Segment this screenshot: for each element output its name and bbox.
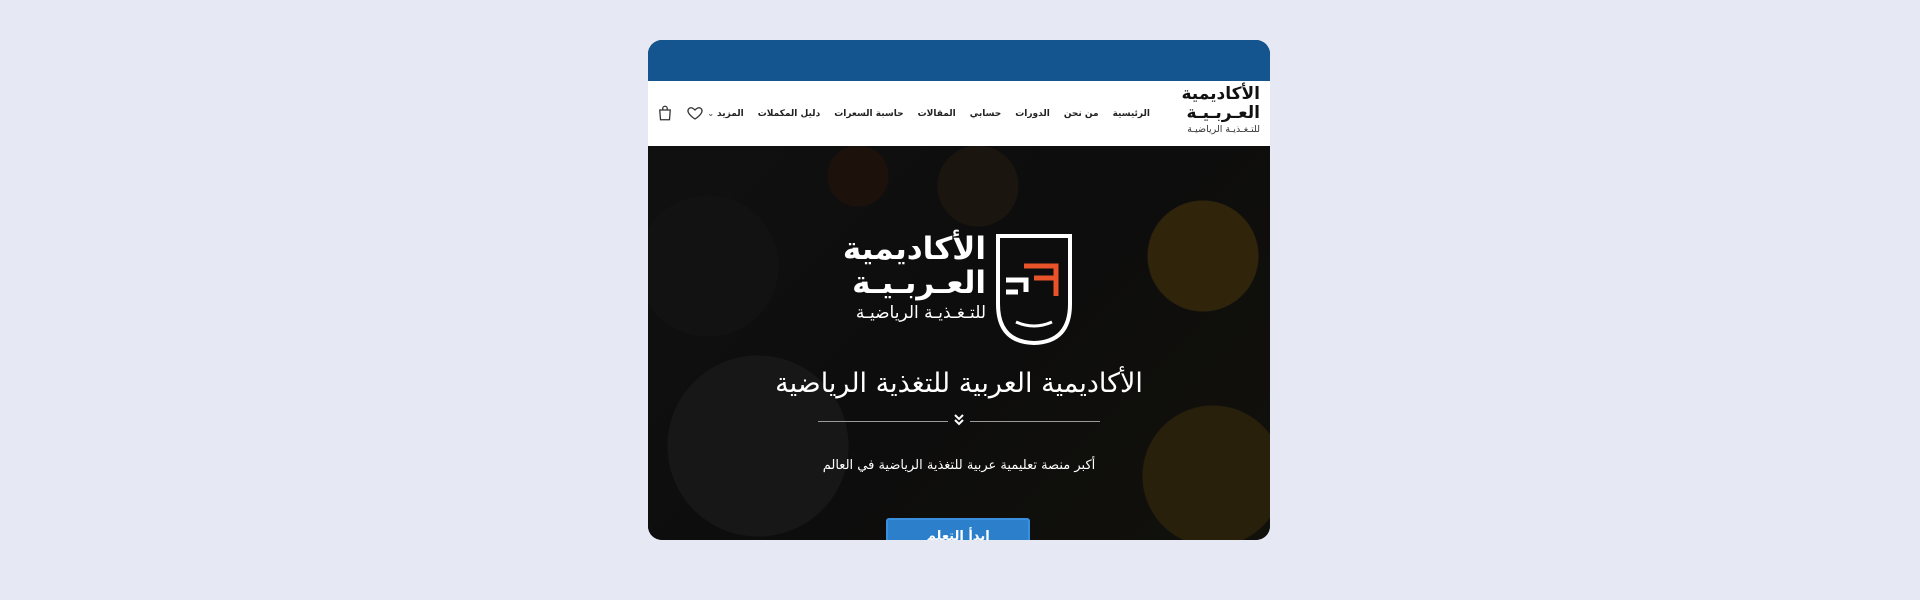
nav-item-about[interactable]: من نحن: [1057, 109, 1106, 119]
nav-item-courses[interactable]: الدورات: [1008, 109, 1057, 119]
divider-left: [818, 421, 948, 422]
nav-item-more-label: المزيد: [717, 108, 744, 119]
brand-line-2: العـربـيـة: [1186, 103, 1260, 123]
nav-item-calorie-calculator[interactable]: حاسبة السعرات: [827, 109, 910, 119]
divider-right: [970, 421, 1100, 422]
nav-item-account[interactable]: حسابي: [963, 109, 1009, 119]
nav-item-supplements-guide[interactable]: دليل المكملات: [751, 109, 827, 119]
double-chevron-down-icon: [954, 414, 964, 426]
nav-item-articles[interactable]: المقالات: [911, 109, 963, 119]
hero-logo-line-3: للتـغـذيـة الرياضيـة: [855, 303, 986, 323]
start-learning-button[interactable]: ابدأ التعلم: [886, 518, 1030, 540]
main-menu: الرئيسية من نحن الدورات حسابي المقالات ح…: [700, 81, 1157, 146]
hero-logo: الأكاديمية العـربـيـة للتـغـذيـة الرياضي…: [843, 232, 1074, 347]
academy-shield-icon: [996, 234, 1072, 346]
brand-line-1: الأكاديمية: [1181, 84, 1260, 104]
cart-icon[interactable]: [656, 104, 674, 122]
hero-subtitle: أكبر منصة تعليمية عربية للتغذية الرياضية…: [822, 458, 1096, 473]
hero-logo-text: الأكاديمية العـربـيـة للتـغـذيـة الرياضي…: [843, 232, 986, 326]
chevron-down-icon: ⌄: [707, 108, 715, 118]
heart-icon[interactable]: [686, 104, 704, 122]
brand-logo[interactable]: الأكاديمية العـربـيـة للتـغـذيـة الرياضي…: [1180, 85, 1260, 143]
brand-line-3: للتـغـذيـة الرياضيـة: [1187, 124, 1260, 135]
browser-window: الأكاديمية العـربـيـة للتـغـذيـة الرياضي…: [648, 40, 1270, 540]
hero-logo-line-1: الأكاديمية: [842, 231, 986, 267]
hero-logo-line-2: العـربـيـة: [852, 265, 986, 301]
top-bar: [648, 40, 1270, 81]
nav-item-more[interactable]: المزيد⌄: [700, 109, 750, 119]
navbar: الأكاديمية العـربـيـة للتـغـذيـة الرياضي…: [648, 81, 1270, 146]
nav-icons: [656, 101, 704, 125]
hero-title: الأكاديمية العربية للتغذية الرياضية: [775, 368, 1143, 399]
nav-item-home[interactable]: الرئيسية: [1106, 109, 1157, 119]
hero-section: الأكاديمية العـربـيـة للتـغـذيـة الرياضي…: [648, 146, 1270, 540]
